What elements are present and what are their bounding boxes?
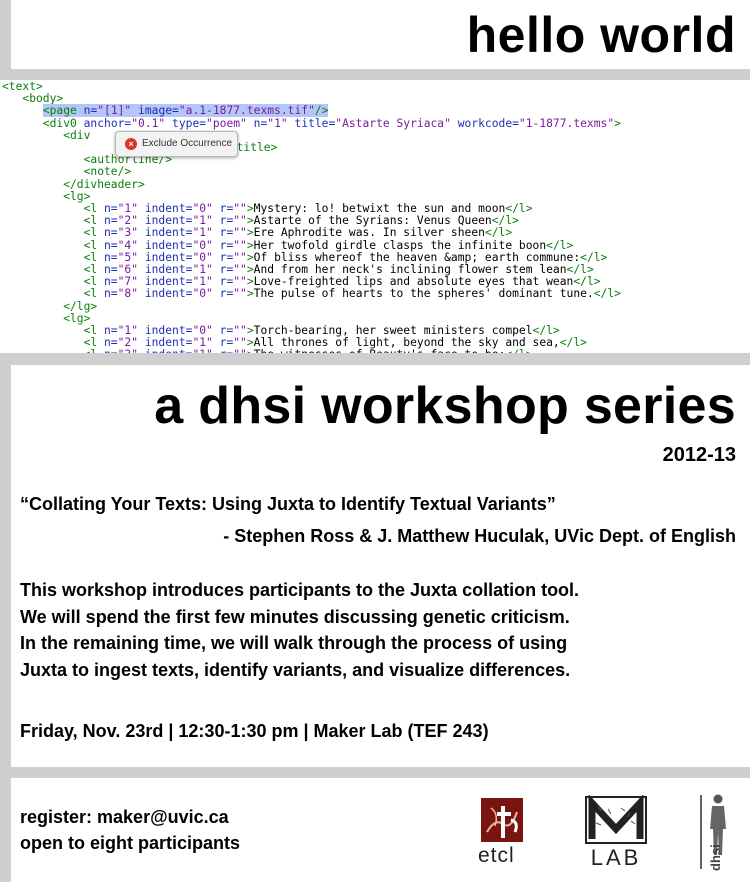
top-divider [0,69,750,80]
code-line: <l n="3" indent="1" r="">The witnesses o… [84,349,533,353]
register-contact: register: maker@uvic.ca [20,807,229,827]
close-icon[interactable]: × [125,138,137,150]
presenters: - Stephen Ross & J. Matthew Huculak, UVi… [223,526,736,546]
exclude-occurrence-popup[interactable]: × Exclude Occurrence [115,131,238,157]
registration-info: register: maker@uvic.ca open to eight pa… [20,804,240,856]
popup-label: Exclude Occurrence [142,138,233,149]
workshop-title: “Collating Your Texts: Using Juxta to Id… [20,494,556,514]
register-capacity: open to eight participants [20,833,241,853]
maker-lab-m-icon [585,794,647,844]
xml-code-screenshot: <text> <body> <page n="[1]" image="a.1-187… [0,80,750,353]
middle-divider [0,353,750,365]
code-line: <div0 anchor="0.1" type="poem" n="1" tit… [42,116,621,130]
description-line: We will spend the first few minutes disc… [20,606,570,627]
maker-lab-label: LAB [590,845,642,870]
page-title: hello world [466,7,736,63]
dhsi-logo: dhsi [698,793,734,873]
workshop-description: This workshop introduces participants to… [20,577,579,683]
dhsi-label: dhsi [708,844,723,871]
description-line: In the remaining time, we will walk thro… [20,633,568,653]
event-details: Friday, Nov. 23rd | 12:30-1:30 pm | Make… [20,721,489,741]
series-title: a dhsi workshop series [154,377,736,435]
etcl-label: etcl [478,844,515,867]
human-figure-icon: dhsi [700,794,726,871]
maker-lab-logo: LAB [584,794,648,871]
year-label: 2012-13 [662,444,736,466]
description-line: This workshop introduces participants to… [20,580,580,600]
lower-divider [0,767,750,778]
code-line: <div [63,128,91,142]
etcl-emblem-icon [481,798,523,842]
description-line: Juxta to ingest texts, identify variants… [20,659,571,680]
etcl-logo: etcl [478,796,538,868]
code-line: <l n="8" indent="0" r="">The pulse of he… [83,287,621,301]
